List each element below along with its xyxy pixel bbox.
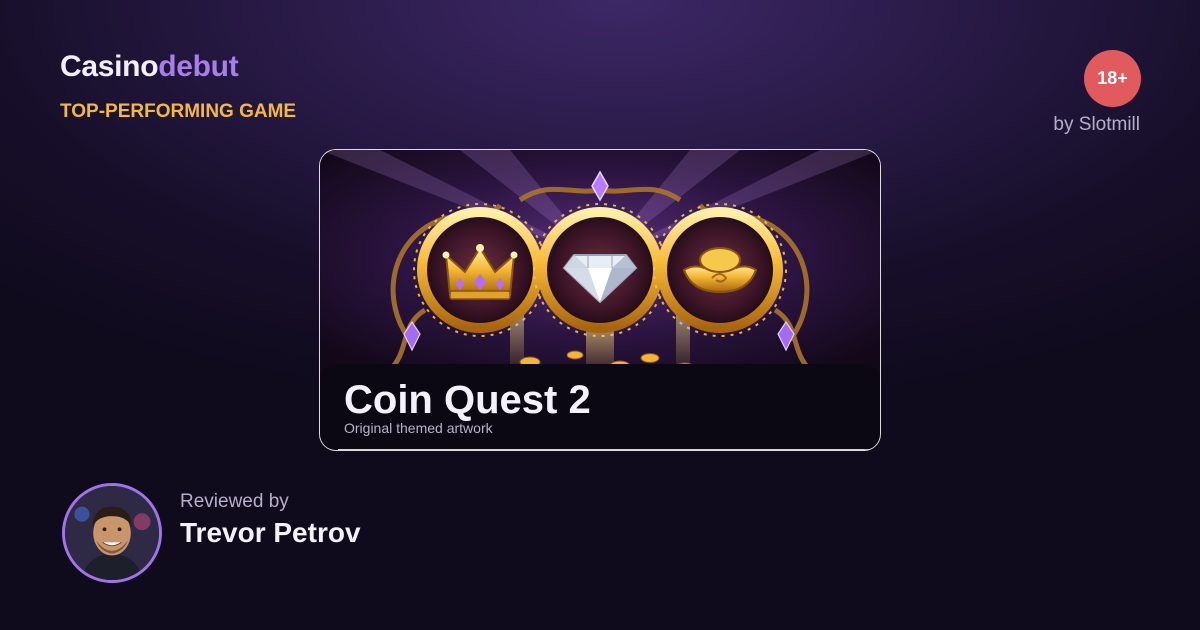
game-subtitle: Original themed artwork xyxy=(344,420,493,436)
game-title[interactable]: Coin Quest 2 xyxy=(344,378,591,423)
brand-logo[interactable]: Casinodebut xyxy=(60,50,239,84)
game-caption: Coin Quest 2 Original themed artwork xyxy=(320,364,880,450)
divider xyxy=(338,449,880,450)
age-badge: 18+ xyxy=(1084,50,1141,107)
avatar xyxy=(62,483,162,583)
game-artwork xyxy=(320,150,880,380)
brand-name-part2: debut xyxy=(158,50,239,83)
reviewed-by-label: Reviewed by xyxy=(180,491,289,512)
provider-line: by Slotmill xyxy=(1053,114,1140,135)
tagline: TOP-PERFORMING GAME xyxy=(60,101,297,122)
reviewer-name[interactable]: Trevor Petrov xyxy=(180,517,361,549)
reviewer-portrait-icon xyxy=(65,486,159,580)
game-card[interactable]: Coin Quest 2 Original themed artwork xyxy=(320,150,880,450)
brand-name-part1: Casino xyxy=(60,50,159,83)
